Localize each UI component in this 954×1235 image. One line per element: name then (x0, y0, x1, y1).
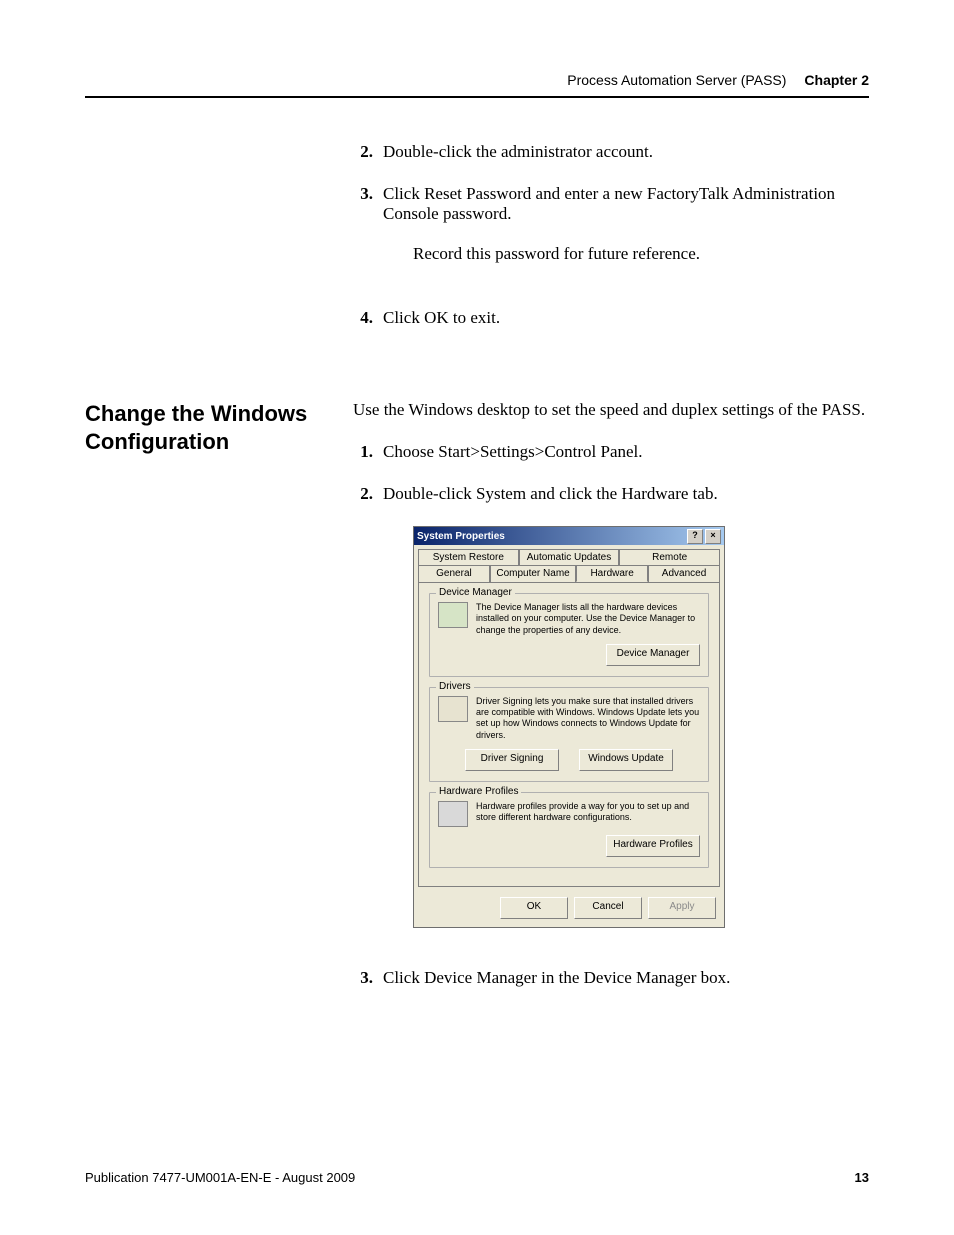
step-text: Double-click System and click the Hardwa… (383, 484, 718, 504)
step-text: Click Device Manager in the Device Manag… (383, 968, 730, 988)
cancel-button[interactable]: Cancel (574, 897, 642, 919)
step-text: Double-click the administrator account. (383, 142, 653, 162)
step-number: 4. (353, 308, 373, 328)
hardware-profiles-button[interactable]: Hardware Profiles (606, 835, 700, 857)
tab-remote[interactable]: Remote (619, 549, 720, 565)
chapter-label: Chapter 2 (804, 72, 869, 88)
device-manager-button[interactable]: Device Manager (606, 644, 700, 666)
step-text: Click Reset Password and enter a new Fac… (383, 184, 835, 223)
tab-general[interactable]: General (418, 565, 490, 582)
hardware-profiles-text: Hardware profiles provide a way for you … (476, 801, 700, 827)
step-number: 3. (353, 184, 373, 286)
group-legend: Device Manager (436, 587, 515, 598)
dialog-title: System Properties (417, 531, 505, 542)
step-row: 4. Click OK to exit. (353, 308, 869, 328)
windows-update-button[interactable]: Windows Update (579, 749, 673, 771)
hardware-tab-page: Device Manager The Device Manager lists … (418, 582, 720, 887)
page-footer: Publication 7477-UM001A-EN-E - August 20… (85, 1170, 869, 1185)
dialog-titlebar[interactable]: System Properties ? × (414, 527, 724, 545)
tab-strip: System Restore Automatic Updates Remote … (418, 549, 720, 582)
step-row: 3. Click Reset Password and enter a new … (353, 184, 869, 286)
section-heading: Change the Windows Configuration (85, 400, 335, 1010)
tab-advanced[interactable]: Advanced (648, 565, 720, 582)
step-row: 3. Click Device Manager in the Device Ma… (353, 968, 869, 988)
section-intro: Use the Windows desktop to set the speed… (353, 400, 869, 420)
step-row: 2. Double-click the administrator accoun… (353, 142, 869, 162)
group-legend: Drivers (436, 681, 474, 692)
step-row: 1. Choose Start>Settings>Control Panel. (353, 442, 869, 462)
help-icon[interactable]: ? (687, 529, 703, 544)
driver-signing-icon (438, 696, 468, 722)
dialog-button-row: OK Cancel Apply (414, 893, 724, 927)
device-manager-group: Device Manager The Device Manager lists … (429, 593, 709, 677)
tab-system-restore[interactable]: System Restore (418, 549, 519, 565)
device-manager-icon (438, 602, 468, 628)
system-properties-dialog: System Properties ? × System Restore Aut… (413, 526, 725, 928)
device-manager-text: The Device Manager lists all the hardwar… (476, 602, 700, 636)
tab-hardware[interactable]: Hardware (576, 565, 648, 582)
step-number: 3. (353, 968, 373, 988)
steps-continuation: 2. Double-click the administrator accoun… (353, 142, 869, 350)
step-number: 1. (353, 442, 373, 462)
drivers-group: Drivers Driver Signing lets you make sur… (429, 687, 709, 782)
running-head: Process Automation Server (PASS) Chapter… (85, 72, 869, 88)
hardware-profiles-group: Hardware Profiles Hardware profiles prov… (429, 792, 709, 868)
ok-button[interactable]: OK (500, 897, 568, 919)
step-row: 2. Double-click System and click the Har… (353, 484, 869, 504)
group-legend: Hardware Profiles (436, 786, 521, 797)
header-rule (85, 96, 869, 98)
close-icon[interactable]: × (705, 529, 721, 544)
drivers-text: Driver Signing lets you make sure that i… (476, 696, 700, 741)
step-text: Click OK to exit. (383, 308, 500, 328)
step-number: 2. (353, 142, 373, 162)
tab-computer-name[interactable]: Computer Name (490, 565, 576, 582)
step-text: Choose Start>Settings>Control Panel. (383, 442, 643, 462)
tab-automatic-updates[interactable]: Automatic Updates (519, 549, 620, 565)
publication-id: Publication 7477-UM001A-EN-E - August 20… (85, 1170, 355, 1185)
doc-section: Process Automation Server (PASS) (567, 72, 786, 88)
step-note: Record this password for future referenc… (413, 244, 869, 264)
driver-signing-button[interactable]: Driver Signing (465, 749, 559, 771)
page-number: 13 (855, 1170, 869, 1185)
apply-button[interactable]: Apply (648, 897, 716, 919)
step-number: 2. (353, 484, 373, 504)
hardware-profiles-icon (438, 801, 468, 827)
